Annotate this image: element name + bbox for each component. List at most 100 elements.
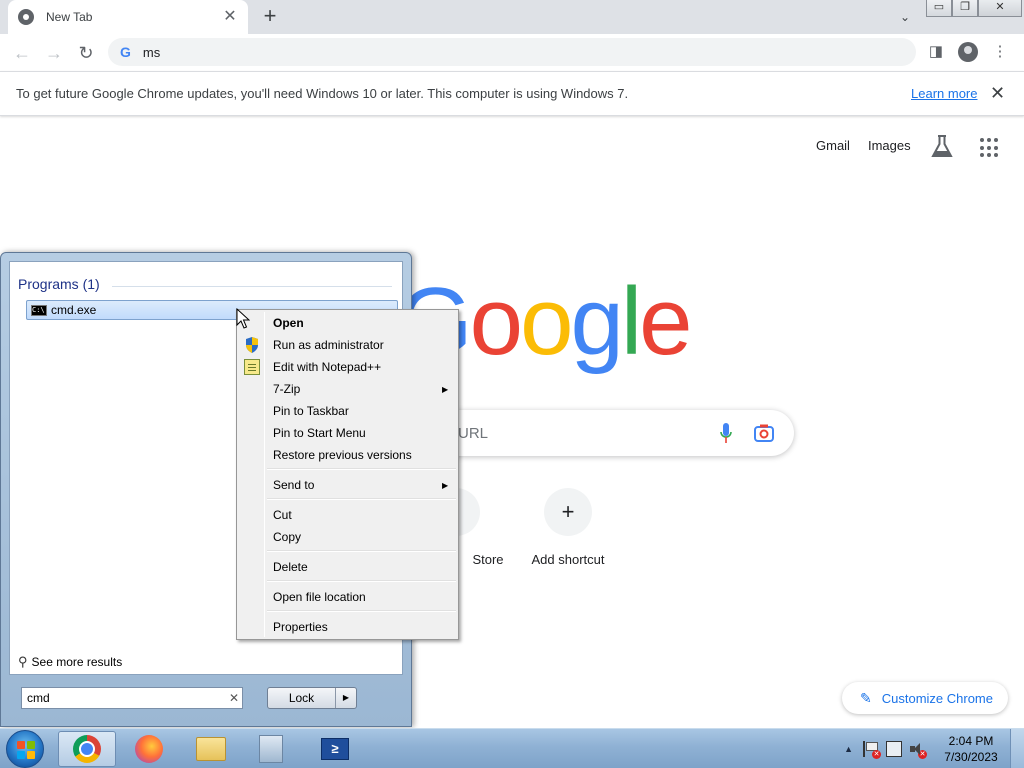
- chrome-menu-button[interactable]: ⋮: [986, 38, 1014, 66]
- network-icon[interactable]: [886, 741, 902, 757]
- context-menu-separator: [267, 468, 456, 470]
- system-tray: ▲ ✕ ✕ 2:04 PM 7/30/2023: [844, 729, 1024, 768]
- tab-strip: New Tab ✕ + ⌄ ▭ ❐ ✕: [0, 0, 1024, 34]
- volume-muted-icon[interactable]: ✕: [909, 741, 927, 759]
- logo-letter: e: [639, 268, 692, 375]
- minimize-button[interactable]: ▭: [926, 0, 952, 17]
- lock-button-label[interactable]: Lock: [268, 688, 336, 708]
- context-menu-item-cut[interactable]: Cut: [239, 504, 456, 526]
- context-menu-item-pin-to-start-menu[interactable]: Pin to Start Menu: [239, 422, 456, 444]
- profile-avatar-icon[interactable]: [958, 42, 978, 62]
- context-menu-item-run-as-administrator[interactable]: Run as administrator: [239, 334, 456, 356]
- context-menu-item-restore-previous-versions[interactable]: Restore previous versions: [239, 444, 456, 466]
- cmd-icon: C:\: [31, 304, 47, 316]
- google-apps-icon[interactable]: [980, 138, 1000, 158]
- start-search-value[interactable]: cmd: [27, 691, 226, 705]
- context-menu-icon-slot: [239, 556, 265, 578]
- forward-button[interactable]: →: [38, 37, 70, 69]
- file-explorer-icon: [196, 737, 226, 761]
- tab-search-button[interactable]: ⌄: [895, 7, 915, 27]
- heading-divider: [112, 286, 392, 287]
- context-menu-icon-slot: [239, 474, 265, 496]
- context-menu-item-delete[interactable]: Delete: [239, 556, 456, 578]
- power-options-arrow-icon[interactable]: ▶: [336, 688, 356, 708]
- context-menu-item-copy[interactable]: Copy: [239, 526, 456, 548]
- context-menu-item-properties[interactable]: Properties: [239, 616, 456, 638]
- reload-button[interactable]: ↻: [70, 37, 102, 69]
- see-more-results-link[interactable]: ⚲ See more results: [18, 654, 122, 670]
- context-menu-label: 7-Zip: [273, 382, 301, 396]
- taskbar-chrome[interactable]: [58, 731, 116, 767]
- context-menu-label: Cut: [273, 508, 292, 522]
- start-button[interactable]: [6, 730, 44, 768]
- tab-title: New Tab: [46, 10, 93, 24]
- context-menu-item-pin-to-taskbar[interactable]: Pin to Taskbar: [239, 400, 456, 422]
- context-menu-item-send-to[interactable]: Send to ▶: [239, 474, 456, 496]
- gmail-link[interactable]: Gmail: [816, 138, 850, 153]
- show-desktop-button[interactable]: [1010, 729, 1024, 768]
- plus-icon: +: [544, 488, 592, 536]
- powershell-icon: ≥: [321, 738, 349, 760]
- toolbar-right: ◨ ⋮: [922, 38, 1014, 66]
- google-icon: G: [120, 44, 131, 60]
- infobar-close-button[interactable]: ✕: [990, 83, 1005, 104]
- notepad-plus-plus-icon: [239, 356, 265, 378]
- address-bar-text[interactable]: ms: [143, 45, 160, 60]
- customize-chrome-button[interactable]: ✎ Customize Chrome: [842, 682, 1008, 714]
- logo-letter: o: [520, 268, 573, 375]
- address-bar[interactable]: G ms: [108, 38, 916, 66]
- clear-search-icon[interactable]: ✕: [226, 691, 242, 705]
- tab-close-icon[interactable]: ✕: [222, 9, 238, 25]
- context-menu-label: Open file location: [273, 590, 366, 604]
- programs-heading: Programs (1): [18, 276, 100, 292]
- context-menu-icon-slot: [239, 444, 265, 466]
- windows-taskbar: ≥ ▲ ✕ ✕ 2:04 PM 7/30/2023: [0, 728, 1024, 768]
- tab-new-tab[interactable]: New Tab ✕: [8, 0, 248, 34]
- logo-letter: g: [570, 268, 623, 375]
- context-menu-separator: [267, 610, 456, 612]
- start-search-input[interactable]: cmd ✕: [21, 687, 243, 709]
- images-link[interactable]: Images: [868, 138, 911, 153]
- firefox-icon: [135, 735, 163, 763]
- windows-logo-icon: [17, 741, 35, 759]
- context-menu-item-open[interactable]: Open: [239, 312, 456, 334]
- lens-search-icon[interactable]: [754, 424, 774, 442]
- action-center-flag-icon[interactable]: ✕: [863, 741, 881, 759]
- context-menu-separator: [267, 550, 456, 552]
- result-name: cmd.exe: [51, 303, 97, 317]
- restore-button[interactable]: ❐: [952, 0, 978, 17]
- taskbar-clock[interactable]: 2:04 PM 7/30/2023: [932, 733, 1010, 765]
- chrome-favicon-icon: [18, 9, 34, 25]
- context-menu-label: Edit with Notepad++: [273, 360, 382, 374]
- browser-toolbar: ← → ↻ G ms ◨ ⋮: [0, 34, 1024, 71]
- taskbar-firefox[interactable]: [120, 731, 178, 767]
- add-shortcut-button[interactable]: + Add shortcut: [518, 488, 618, 567]
- show-hidden-icons-button[interactable]: ▲: [844, 744, 853, 754]
- taskbar-file-explorer[interactable]: [182, 731, 240, 767]
- context-menu-item-open-file-location[interactable]: Open file location: [239, 586, 456, 608]
- context-menu-item-edit-with-notepad[interactable]: Edit with Notepad++: [239, 356, 456, 378]
- side-panel-button[interactable]: ◨: [922, 38, 950, 66]
- mouse-cursor-icon: [236, 308, 250, 329]
- context-menu-icon-slot: [239, 586, 265, 608]
- context-menu-separator: [267, 580, 456, 582]
- clock-time: 2:04 PM: [948, 734, 994, 748]
- context-menu-item-7-zip[interactable]: 7-Zip ▶: [239, 378, 456, 400]
- taskbar-document[interactable]: [242, 731, 300, 767]
- lock-button[interactable]: Lock ▶: [267, 687, 357, 709]
- voice-search-icon[interactable]: [720, 423, 732, 445]
- close-window-button[interactable]: ✕: [978, 0, 1022, 17]
- clock-date: 7/30/2023: [944, 750, 998, 764]
- learn-more-link[interactable]: Learn more: [911, 86, 977, 101]
- customize-chrome-label: Customize Chrome: [881, 690, 993, 706]
- back-button[interactable]: ←: [6, 37, 38, 69]
- submenu-arrow-icon: ▶: [442, 480, 449, 490]
- ntp-search-box[interactable]: URL: [412, 410, 794, 456]
- new-tab-button[interactable]: +: [258, 5, 282, 29]
- magnifier-icon: ⚲: [18, 654, 28, 669]
- document-icon: [259, 735, 283, 763]
- taskbar-powershell[interactable]: ≥: [306, 731, 364, 767]
- chrome-labs-icon[interactable]: [930, 134, 954, 160]
- context-menu-label: Copy: [273, 530, 302, 544]
- shortcut-label: Add shortcut: [531, 552, 605, 567]
